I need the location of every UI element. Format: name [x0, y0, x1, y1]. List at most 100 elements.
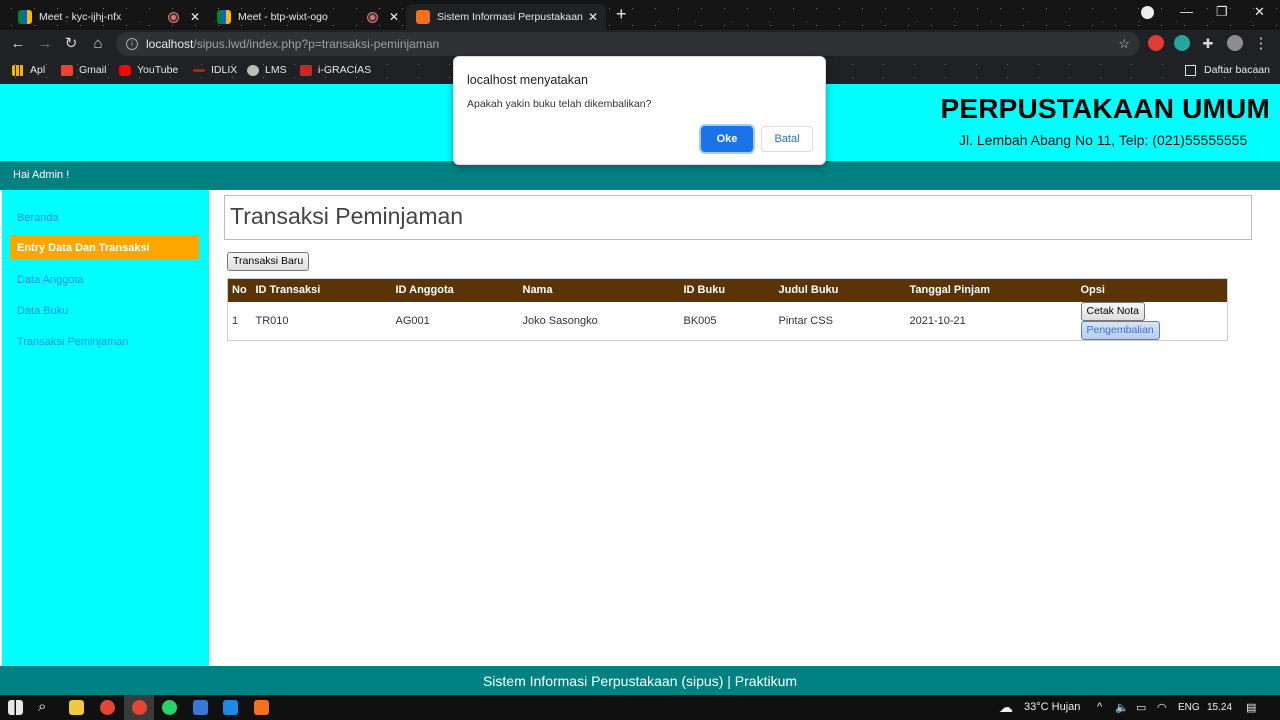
cancel-button[interactable]: Batal — [761, 126, 813, 152]
gmail-icon — [61, 64, 73, 76]
weather-icon[interactable]: ☁ — [999, 699, 1013, 716]
greeting-text: Hai Admin ! — [13, 169, 70, 181]
language-indicator[interactable]: ENG — [1178, 702, 1200, 713]
lms-icon — [247, 64, 259, 76]
bookmark-youtube[interactable]: YouTube — [119, 64, 178, 76]
xampp-icon — [416, 10, 430, 24]
site-address: Jl. Lembah Abang No 11, Telp: (021)55555… — [959, 132, 1248, 148]
reading-list-icon — [1185, 64, 1197, 76]
sidebar-item-beranda[interactable]: Beranda — [10, 205, 199, 229]
bookmark-star-icon[interactable]: ☆ — [1118, 36, 1130, 52]
print-receipt-button[interactable]: Cetak Nota — [1080, 301, 1146, 321]
chrome-icon[interactable] — [100, 700, 115, 715]
window-close-icon[interactable]: ✕ — [1254, 4, 1265, 20]
bookmark-lms[interactable]: LMS — [247, 64, 287, 76]
bookmark-gmail[interactable]: Gmail — [61, 64, 106, 76]
bookmark-igracias[interactable]: i-GRACIAS — [300, 64, 371, 76]
table-row: 1 TR010 AG001 Joko Sasongko BK005 Pintar… — [228, 301, 1228, 341]
bookmark-label: IDLIX — [211, 64, 238, 76]
site-info-icon[interactable]: i — [126, 38, 138, 50]
tab-title: Sistem Informasi Perpustakaan — [437, 11, 583, 23]
reload-icon[interactable]: ↻ — [62, 35, 80, 53]
cell-id-transaksi: TR010 — [255, 314, 289, 327]
web-page: PERPUSTAKAAN UMUM Jl. Lembah Abang No 11… — [0, 84, 1280, 695]
chrome-icon[interactable] — [132, 700, 147, 715]
show-hidden-icons-icon[interactable]: ^ — [1097, 701, 1102, 713]
search-icon[interactable]: ⌕ — [38, 698, 46, 715]
bookmark-label: YouTube — [137, 64, 179, 76]
cell-judul-buku: Pintar CSS — [778, 314, 833, 327]
whatsapp-icon[interactable] — [162, 700, 177, 715]
extension-icon[interactable] — [1148, 35, 1164, 51]
column-header: ID Anggota — [391, 278, 519, 302]
url-host: localhost — [146, 37, 194, 51]
apps-grid-icon — [12, 64, 24, 76]
bookmark-apps[interactable]: Apl — [12, 64, 45, 76]
notifications-icon[interactable]: ▤ — [1246, 701, 1256, 714]
sidebar-item-data-buku[interactable]: Data Buku — [10, 298, 199, 322]
xampp-icon[interactable] — [254, 700, 269, 715]
browser-tab-active[interactable]: Sistem Informasi Perpustakaan ✕ — [406, 4, 606, 30]
browser-toolbar: ← → ↻ ⌂ i localhost /sipus.lwd/index.php… — [0, 30, 1280, 58]
wifi-icon[interactable]: ◠ — [1157, 701, 1167, 714]
extension-icon[interactable] — [1174, 35, 1190, 51]
page-title-box: Transaksi Peminjaman — [224, 195, 1252, 240]
recording-icon — [368, 12, 377, 22]
vscode-icon[interactable] — [223, 700, 238, 715]
sidebar-item-entry-data[interactable]: Entry Data Dan Transaksi — [10, 235, 199, 259]
windows-start-icon[interactable] — [8, 700, 23, 715]
close-tab-icon[interactable]: ✕ — [588, 10, 598, 24]
page-title: Transaksi Peminjaman — [230, 203, 464, 229]
home-icon[interactable]: ⌂ — [89, 35, 107, 53]
footer-text: Sistem Informasi Perpustakaan (sipus) | … — [482, 673, 798, 689]
close-tab-icon[interactable]: ✕ — [389, 10, 399, 24]
weather-text[interactable]: 33°C Hujan — [1024, 701, 1080, 713]
forward-icon[interactable]: → — [36, 35, 54, 53]
sidebar-item-data-anggota[interactable]: Data Anggota — [10, 267, 199, 291]
cell-id-anggota: AG001 — [395, 314, 430, 327]
greeting-bar: Hai Admin ! — [0, 161, 1280, 190]
table-header-row: No ID Transaksi ID Anggota Nama ID Buku … — [227, 278, 1228, 302]
igracias-icon — [300, 64, 312, 76]
app-icon[interactable] — [193, 700, 208, 715]
reading-list-button[interactable]: Daftar bacaan — [1185, 64, 1270, 76]
dialog-title: localhost menyatakan — [467, 73, 588, 87]
sidebar: Beranda Entry Data Dan Transaksi Data An… — [2, 190, 209, 666]
bookmark-label: Gmail — [79, 64, 107, 76]
idlix-icon — [193, 68, 205, 72]
close-tab-icon[interactable]: ✕ — [190, 10, 200, 24]
column-header: ID Buku — [679, 278, 775, 302]
ok-button[interactable]: Oke — [701, 126, 753, 152]
new-transaction-button[interactable]: Transaksi Baru — [227, 252, 310, 271]
column-header: Nama — [518, 278, 680, 302]
maximize-icon[interactable]: ❐ — [1216, 4, 1228, 20]
minimize-icon[interactable]: — — [1180, 4, 1193, 19]
column-header: Tanggal Pinjam — [905, 278, 1077, 302]
browser-tab[interactable]: Meet - btp-wixt-ogo ✕ — [207, 4, 407, 30]
file-explorer-icon[interactable] — [69, 700, 84, 715]
cell-nama: Joko Sasongko — [522, 314, 598, 327]
site-title: PERPUSTAKAAN UMUM — [940, 93, 1270, 124]
battery-icon[interactable]: ▭ — [1136, 701, 1146, 714]
new-tab-button[interactable]: + — [616, 4, 627, 25]
browser-menu-icon[interactable]: ⋮ — [1252, 35, 1270, 53]
dialog-message: Apakah yakin buku telah dikembalikan? — [467, 98, 652, 110]
profile-menu-icon[interactable] — [1141, 6, 1154, 19]
browser-tab[interactable]: Meet - kyc-ijhj-nfx ✕ — [8, 4, 208, 30]
column-header: No — [227, 278, 252, 302]
cell-no: 1 — [232, 314, 239, 327]
tab-title: Meet - btp-wixt-ogo — [238, 11, 328, 23]
extensions-puzzle-icon[interactable]: ✚ — [1199, 35, 1217, 53]
url-path: /sipus.lwd/index.php?p=transaksi-peminja… — [193, 37, 440, 51]
volume-icon[interactable]: 🔈 — [1115, 701, 1129, 714]
sidebar-item-transaksi-peminjaman[interactable]: Transaksi Peminjaman — [10, 329, 199, 353]
bookmark-idlix[interactable]: IDLIX — [193, 64, 237, 76]
back-icon[interactable]: ← — [9, 35, 27, 53]
confirm-dialog: localhost menyatakan Apakah yakin buku t… — [453, 56, 826, 165]
tab-title: Meet - kyc-ijhj-nfx — [39, 11, 122, 23]
clock[interactable]: 15.24 — [1207, 702, 1232, 713]
address-bar[interactable]: i localhost /sipus.lwd/index.php?p=trans… — [116, 32, 1140, 56]
bookmark-label: Apl — [30, 64, 46, 76]
return-book-button[interactable]: Pengembalian — [1080, 320, 1160, 340]
avatar[interactable] — [1227, 35, 1243, 51]
